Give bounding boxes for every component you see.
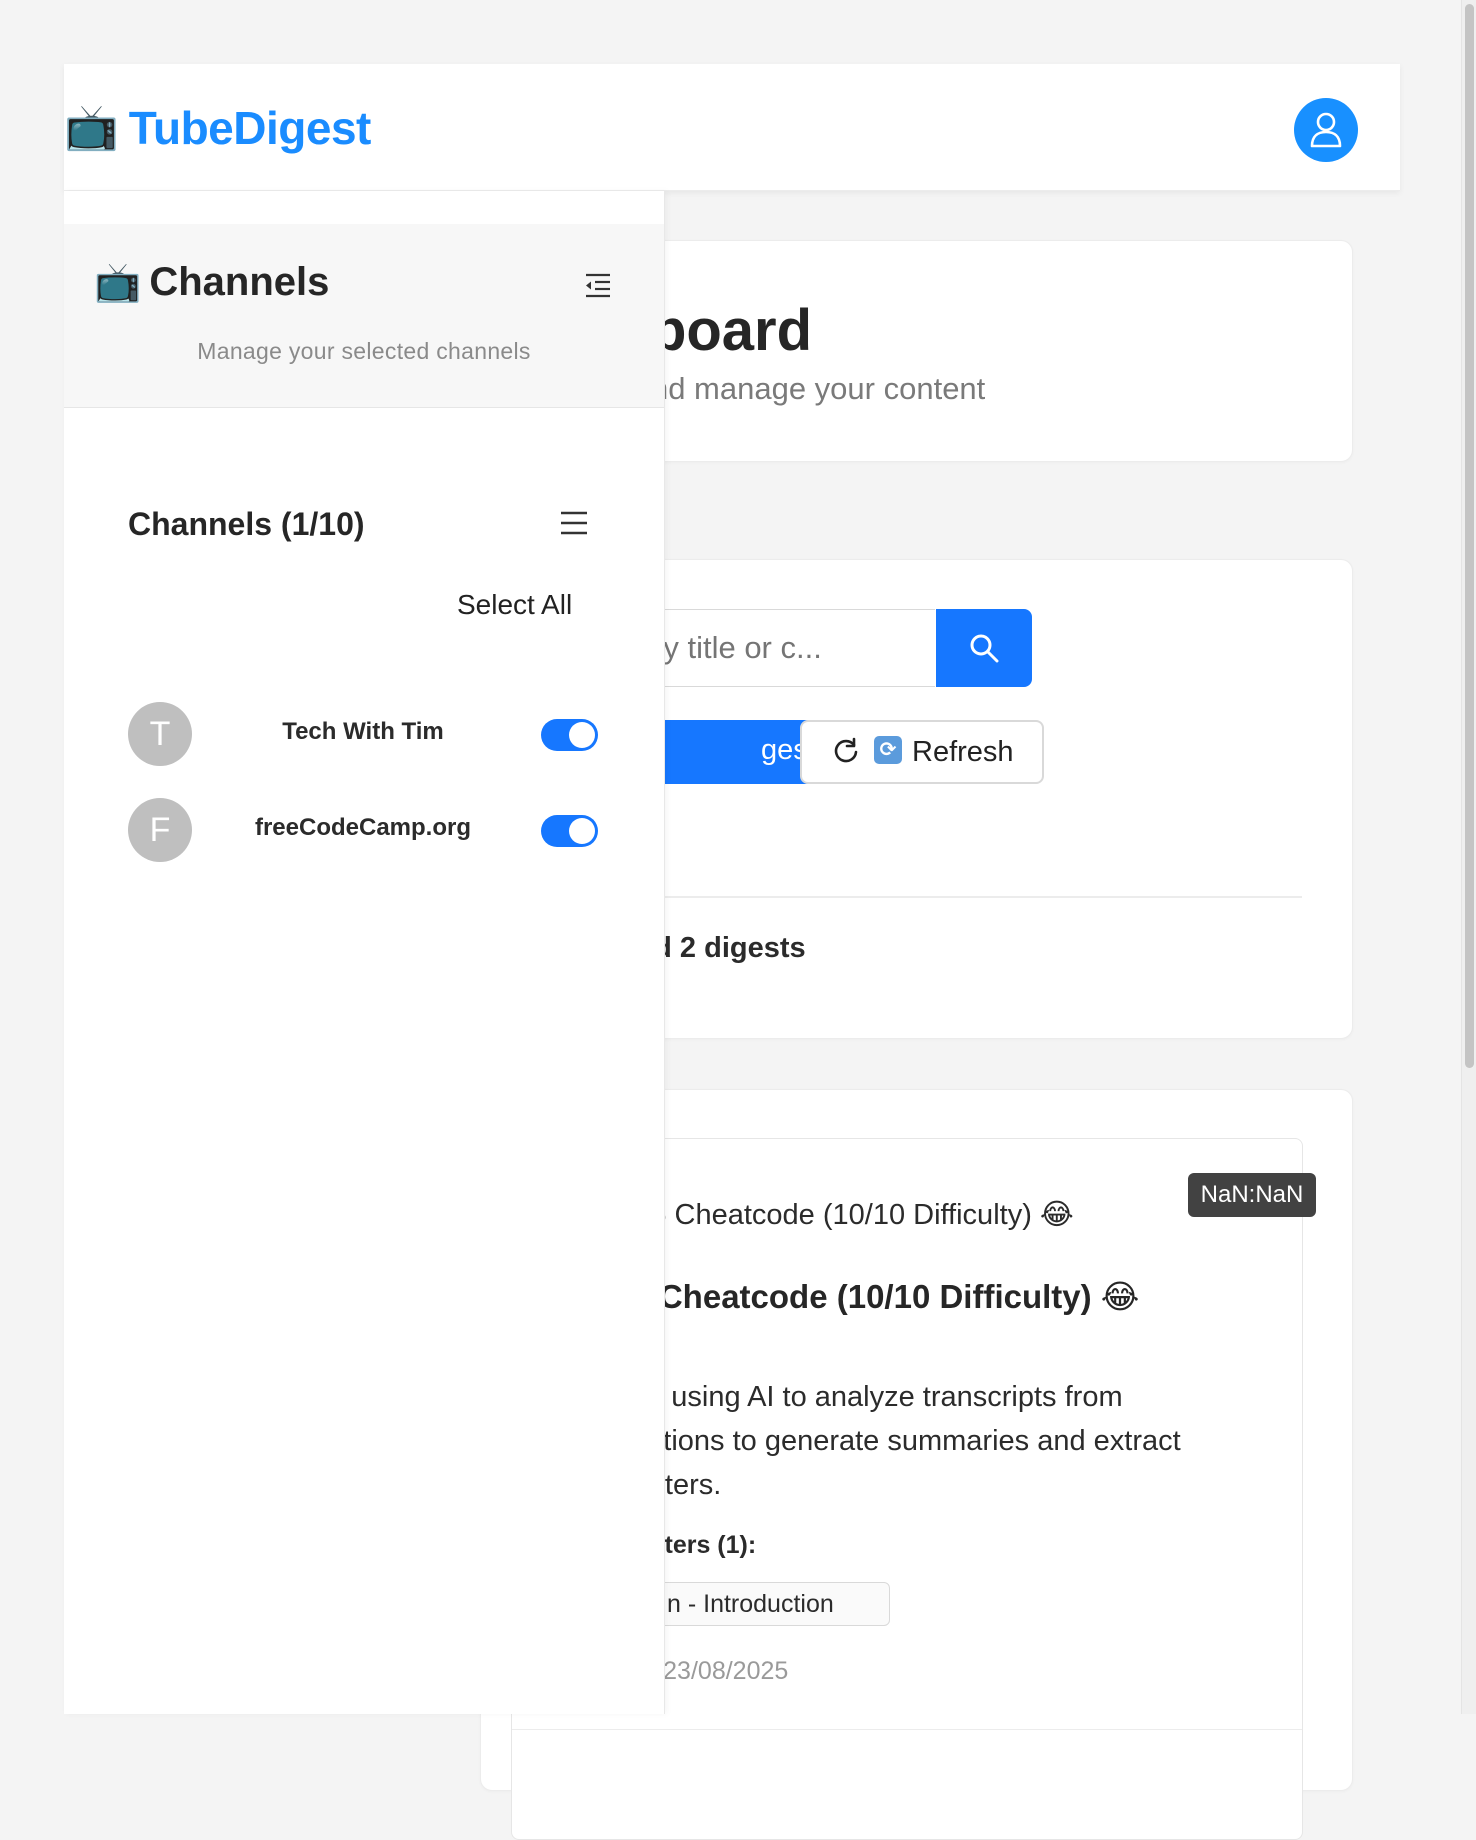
channel-name: Tech With Tim	[282, 718, 444, 745]
channel-item[interactable]: F freeCodeCamp.org	[128, 798, 648, 862]
summary-line: ss of using AI to analyze transcripts fr…	[602, 1381, 1123, 1413]
tv-icon: 📺	[94, 261, 142, 304]
channel-toggle[interactable]	[541, 719, 598, 751]
toggle-knob	[569, 722, 595, 748]
digest-video-title: am 6 Cheatcode (10/10 Difficulty) 😂	[602, 1199, 1074, 1231]
channel-item[interactable]: T Tech With Tim	[128, 702, 648, 766]
page-scrollbar[interactable]	[1461, 0, 1476, 1714]
reload-icon	[834, 737, 858, 763]
hamburger-icon	[561, 511, 587, 535]
app-logo[interactable]: 📺 TubeDigest	[64, 100, 371, 156]
brand-name: TubeDigest	[128, 102, 372, 154]
tv-icon: 📺	[64, 103, 119, 152]
avatar: F	[128, 798, 192, 862]
drawer-header: 📺 Channels Manage your selected channels	[64, 224, 664, 408]
page-scrollbar-thumb[interactable]	[1465, 4, 1474, 1068]
avatar: T	[128, 702, 192, 766]
drawer-subtitle: Manage your selected channels	[197, 338, 531, 364]
collapse-drawer-button[interactable]	[584, 272, 620, 306]
menu-fold-icon	[586, 273, 610, 298]
drawer-title: 📺 Channels	[94, 260, 329, 305]
refresh-emoji-icon: ⟳	[874, 736, 902, 764]
channel-list-menu-button[interactable]	[559, 509, 595, 541]
channels-drawer: 📺 Channels Manage your selected channels…	[64, 191, 665, 1714]
digest-summary: ss of using AI to analyze transcripts fr…	[602, 1375, 1242, 1507]
search-button[interactable]	[936, 609, 1032, 687]
app-header: 📺 TubeDigest	[64, 64, 1400, 191]
digest-title[interactable]: n 6 Cheatcode (10/10 Difficulty) 😂	[602, 1277, 1139, 1316]
summary-line: l captions to generate summaries and ext…	[602, 1425, 1181, 1457]
user-icon	[1310, 112, 1342, 148]
search-icon	[970, 634, 999, 663]
drawer-title-text: Channels	[149, 260, 330, 304]
refresh-label: Refresh	[912, 736, 1014, 768]
channel-list-heading: Channels (1/10)	[128, 506, 365, 542]
toggle-knob	[569, 818, 595, 844]
digest-footer-divider	[512, 1729, 1302, 1730]
user-avatar-button[interactable]	[1294, 98, 1358, 162]
refresh-button[interactable]: ⟳ Refresh	[800, 720, 1044, 784]
channel-toggle[interactable]	[541, 815, 598, 847]
channel-name: freeCodeCamp.org	[254, 814, 472, 841]
select-all-button[interactable]: Select All	[457, 589, 572, 621]
duration-badge: NaN:NaN	[1188, 1173, 1316, 1217]
summary-line: chapters.	[602, 1463, 1242, 1507]
